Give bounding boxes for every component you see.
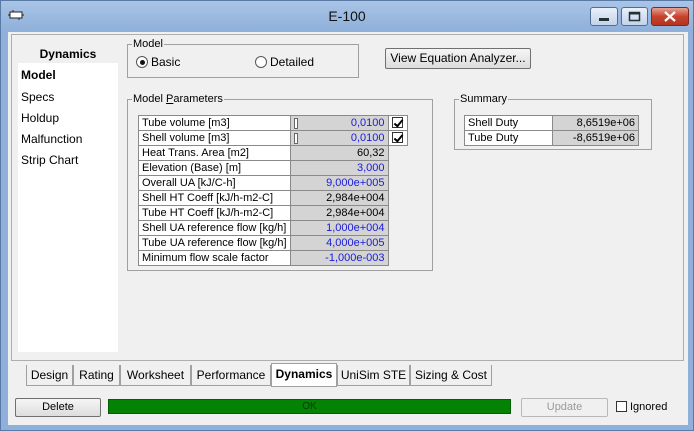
minimize-button[interactable] bbox=[590, 7, 618, 26]
parameter-value-text: 0,0100 bbox=[350, 131, 385, 144]
table-row: Heat Trans. Area [m2] 60,32 bbox=[138, 145, 408, 161]
shell-duty-label: Shell Duty bbox=[464, 115, 553, 131]
shell-duty-value[interactable]: 8,6519e+06 bbox=[552, 115, 639, 131]
parameter-label: Overall UA [kJ/C-h] bbox=[138, 175, 291, 191]
parameter-value-text: 0,0100 bbox=[350, 116, 385, 129]
parameter-value[interactable]: 2,984e+004 bbox=[289, 205, 389, 221]
radio-detailed[interactable]: Detailed bbox=[255, 55, 314, 69]
close-button[interactable] bbox=[651, 7, 689, 26]
table-row: Minimum flow scale factor -1,000e-003 bbox=[138, 250, 408, 266]
minimize-icon bbox=[599, 18, 609, 21]
radio-detailed-label: Detailed bbox=[270, 55, 315, 69]
parameter-value-text: -1,000e-003 bbox=[325, 251, 385, 264]
parameter-value[interactable]: 9,000e+005 bbox=[289, 175, 389, 191]
radio-basic-indicator[interactable] bbox=[136, 56, 148, 68]
tab-rating[interactable]: Rating bbox=[73, 365, 120, 386]
title-bar[interactable]: E-100 bbox=[1, 1, 693, 31]
parameter-check-cell bbox=[387, 115, 408, 131]
tube-duty-value[interactable]: -8,6519e+06 bbox=[552, 130, 639, 146]
delete-button[interactable]: Delete bbox=[15, 398, 101, 417]
table-row: Tube HT Coeff [kJ/h-m2-C] 2,984e+004 bbox=[138, 205, 408, 221]
parameter-value-text: 9,000e+005 bbox=[326, 176, 385, 189]
radio-basic-label: Basic bbox=[151, 55, 181, 69]
parameter-value[interactable]: 60,32 bbox=[289, 145, 389, 161]
model-parameters-legend: Model Parameters bbox=[133, 93, 223, 105]
model-parameters-group: Model Parameters Tube volume [m3] 0,0100 S… bbox=[127, 93, 433, 271]
tube-duty-label: Tube Duty bbox=[464, 130, 553, 146]
dynamics-panel: Dynamics Model Specs Holdup Malfunction … bbox=[11, 34, 684, 361]
heat-exchanger-window: E-100 Dynamics Model Specs Holdup Malfun… bbox=[0, 0, 694, 431]
tab-worksheet[interactable]: Worksheet bbox=[120, 365, 191, 386]
parameter-value[interactable]: 4,000e+005 bbox=[289, 235, 389, 251]
table-row: Shell Duty 8,6519e+06 bbox=[464, 115, 639, 131]
parameter-label: Minimum flow scale factor bbox=[138, 250, 291, 266]
summary-group: Summary Shell Duty 8,6519e+06 Tube Duty … bbox=[454, 93, 652, 150]
tab-design[interactable]: Design bbox=[26, 365, 73, 386]
dynamics-nav: Dynamics Model Specs Holdup Malfunction … bbox=[18, 42, 118, 352]
parameter-label: Elevation (Base) [m] bbox=[138, 160, 291, 176]
nav-item-holdup[interactable]: Holdup bbox=[21, 111, 59, 125]
nav-header: Dynamics bbox=[18, 42, 118, 63]
parameter-label: Tube HT Coeff [kJ/h-m2-C] bbox=[138, 205, 291, 221]
parameter-label: Tube UA reference flow [kg/h] bbox=[138, 235, 291, 251]
maximize-icon bbox=[628, 11, 641, 22]
model-group-legend: Model bbox=[133, 38, 163, 50]
parameter-value-text: 4,000e+005 bbox=[326, 236, 385, 249]
update-button[interactable]: Update bbox=[521, 398, 608, 417]
parameter-value-text: 2,984e+004 bbox=[326, 206, 385, 219]
parameter-value[interactable]: 0,0100 bbox=[289, 130, 389, 146]
close-icon bbox=[664, 11, 676, 22]
radio-detailed-indicator[interactable] bbox=[255, 56, 267, 68]
table-row: Elevation (Base) [m] 3,000 bbox=[138, 160, 408, 176]
window-content: Dynamics Model Specs Holdup Malfunction … bbox=[8, 32, 688, 425]
status-bar: OK bbox=[108, 399, 511, 414]
nav-item-strip-chart[interactable]: Strip Chart bbox=[21, 153, 78, 167]
radio-basic[interactable]: Basic bbox=[136, 55, 180, 69]
parameter-value[interactable]: 1,000e+004 bbox=[289, 220, 389, 236]
nav-item-model[interactable]: Model bbox=[21, 68, 56, 82]
tab-unisim-ste[interactable]: UniSim STE bbox=[337, 365, 410, 386]
parameter-checkbox[interactable] bbox=[392, 117, 403, 129]
table-row: Tube Duty -8,6519e+06 bbox=[464, 130, 639, 146]
table-row: Shell volume [m3] 0,0100 bbox=[138, 130, 408, 146]
summary-table: Shell Duty 8,6519e+06 Tube Duty -8,6519e… bbox=[464, 115, 639, 146]
view-equation-analyzer-button[interactable]: View Equation Analyzer... bbox=[385, 48, 531, 69]
parameter-label: Shell UA reference flow [kg/h] bbox=[138, 220, 291, 236]
parameter-value-text: 3,000 bbox=[356, 161, 385, 174]
model-group: Model Basic Detailed bbox=[127, 38, 359, 78]
slider-handle[interactable] bbox=[293, 117, 298, 129]
table-row: Shell UA reference flow [kg/h] 1,000e+004 bbox=[138, 220, 408, 236]
summary-legend: Summary bbox=[460, 93, 508, 105]
parameter-check-cell bbox=[387, 130, 408, 146]
parameter-value[interactable]: 2,984e+004 bbox=[289, 190, 389, 206]
slider-handle[interactable] bbox=[293, 132, 298, 144]
parameter-value[interactable]: 0,0100 bbox=[289, 115, 389, 131]
tab-sizing-cost[interactable]: Sizing & Cost bbox=[410, 365, 492, 386]
parameter-value-text: 2,984e+004 bbox=[326, 191, 385, 204]
table-row: Tube UA reference flow [kg/h] 4,000e+005 bbox=[138, 235, 408, 251]
parameter-checkbox[interactable] bbox=[392, 132, 403, 144]
ignored-toggle[interactable]: Ignored bbox=[616, 401, 667, 413]
table-row: Tube volume [m3] 0,0100 bbox=[138, 115, 408, 131]
model-parameters-table: Tube volume [m3] 0,0100 Shell volume [m3] 0… bbox=[138, 115, 408, 266]
table-row: Shell HT Coeff [kJ/h-m2-C] 2,984e+004 bbox=[138, 190, 408, 206]
parameter-value-text: 1,000e+004 bbox=[326, 221, 385, 234]
tab-dynamics[interactable]: Dynamics bbox=[271, 363, 337, 387]
parameter-value[interactable]: -1,000e-003 bbox=[289, 250, 389, 266]
ignored-checkbox[interactable] bbox=[616, 401, 627, 412]
maximize-button[interactable] bbox=[621, 7, 648, 26]
parameter-label: Shell volume [m3] bbox=[138, 130, 291, 146]
ignored-label: Ignored bbox=[630, 401, 668, 413]
nav-item-specs[interactable]: Specs bbox=[21, 90, 54, 104]
parameter-value-text: 60,32 bbox=[356, 146, 385, 159]
parameter-label: Heat Trans. Area [m2] bbox=[138, 145, 291, 161]
nav-item-malfunction[interactable]: Malfunction bbox=[21, 132, 82, 146]
parameter-value[interactable]: 3,000 bbox=[289, 160, 389, 176]
tab-performance[interactable]: Performance bbox=[191, 365, 271, 386]
parameter-label: Tube volume [m3] bbox=[138, 115, 291, 131]
parameter-label: Shell HT Coeff [kJ/h-m2-C] bbox=[138, 190, 291, 206]
table-row: Overall UA [kJ/C-h] 9,000e+005 bbox=[138, 175, 408, 191]
